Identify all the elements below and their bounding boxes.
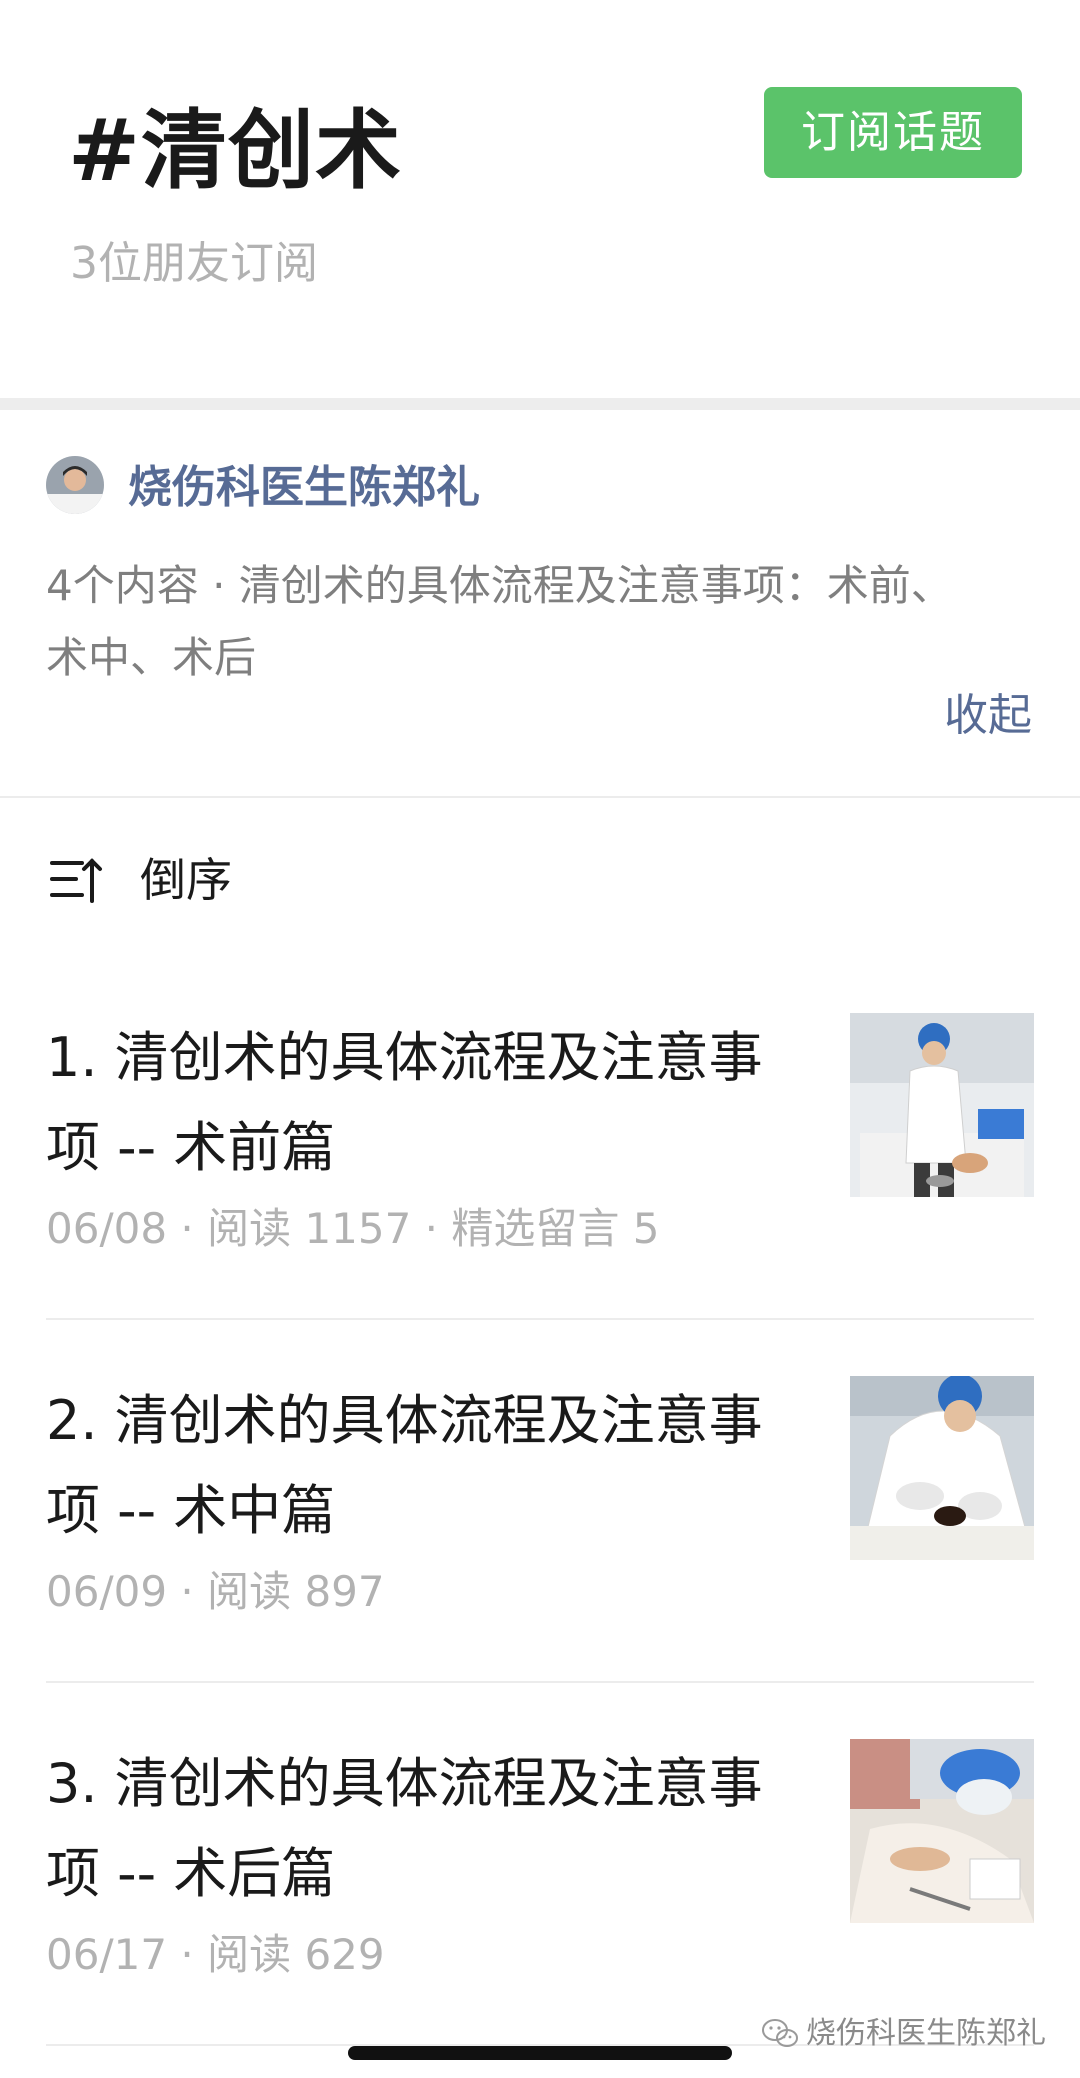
article-meta: 06/09 · 阅读 897 [46, 1567, 385, 1616]
watermark-text: 烧伤科医生陈郑礼 [806, 2016, 1046, 2051]
wechat-icon [762, 2019, 798, 2047]
divider [0, 796, 1080, 798]
subscribe-topic-button[interactable]: 订阅话题 [764, 87, 1022, 178]
album-description: 4个内容 · 清创术的具体流程及注意事项：术前、术中、术后 [46, 561, 953, 682]
sort-toggle[interactable]: 倒序 [48, 848, 232, 912]
divider [46, 1318, 1034, 1320]
article-item[interactable]: 1. 清创术的具体流程及注意事项 -- 术前篇 06/08 · 阅读 1157 … [46, 1013, 1034, 1313]
article-thumbnail [850, 1013, 1034, 1197]
watermark: 烧伤科医生陈郑礼 [760, 2014, 1046, 2054]
sort-order-icon [50, 858, 102, 903]
subscriber-count: 3位朋友订阅 [70, 238, 318, 289]
article-title: 3. 清创术的具体流程及注意事项 -- 术后篇 [46, 1752, 763, 1905]
article-title: 1. 清创术的具体流程及注意事项 -- 术前篇 [46, 1026, 763, 1179]
home-indicator[interactable] [348, 2046, 732, 2060]
collapse-link[interactable]: 收起 [944, 686, 1032, 746]
section-divider [0, 398, 1080, 410]
article-thumbnail [850, 1739, 1034, 1923]
author-avatar[interactable] [46, 456, 104, 514]
article-meta: 06/17 · 阅读 629 [46, 1930, 385, 1979]
article-meta: 06/08 · 阅读 1157 · 精选留言 5 [46, 1204, 660, 1253]
sort-label: 倒序 [140, 853, 232, 907]
topic-header: #清创术 订阅话题 3位朋友订阅 [0, 0, 1080, 398]
author-name[interactable]: 烧伤科医生陈郑礼 [128, 458, 480, 518]
article-title: 2. 清创术的具体流程及注意事项 -- 术中篇 [46, 1389, 763, 1542]
article-item[interactable]: 2. 清创术的具体流程及注意事项 -- 术中篇 06/09 · 阅读 897 [46, 1376, 1034, 1676]
divider [46, 1681, 1034, 1683]
topic-title: #清创术 [68, 101, 403, 201]
article-item[interactable]: 3. 清创术的具体流程及注意事项 -- 术后篇 06/17 · 阅读 629 [46, 1739, 1034, 2039]
article-thumbnail [850, 1376, 1034, 1560]
